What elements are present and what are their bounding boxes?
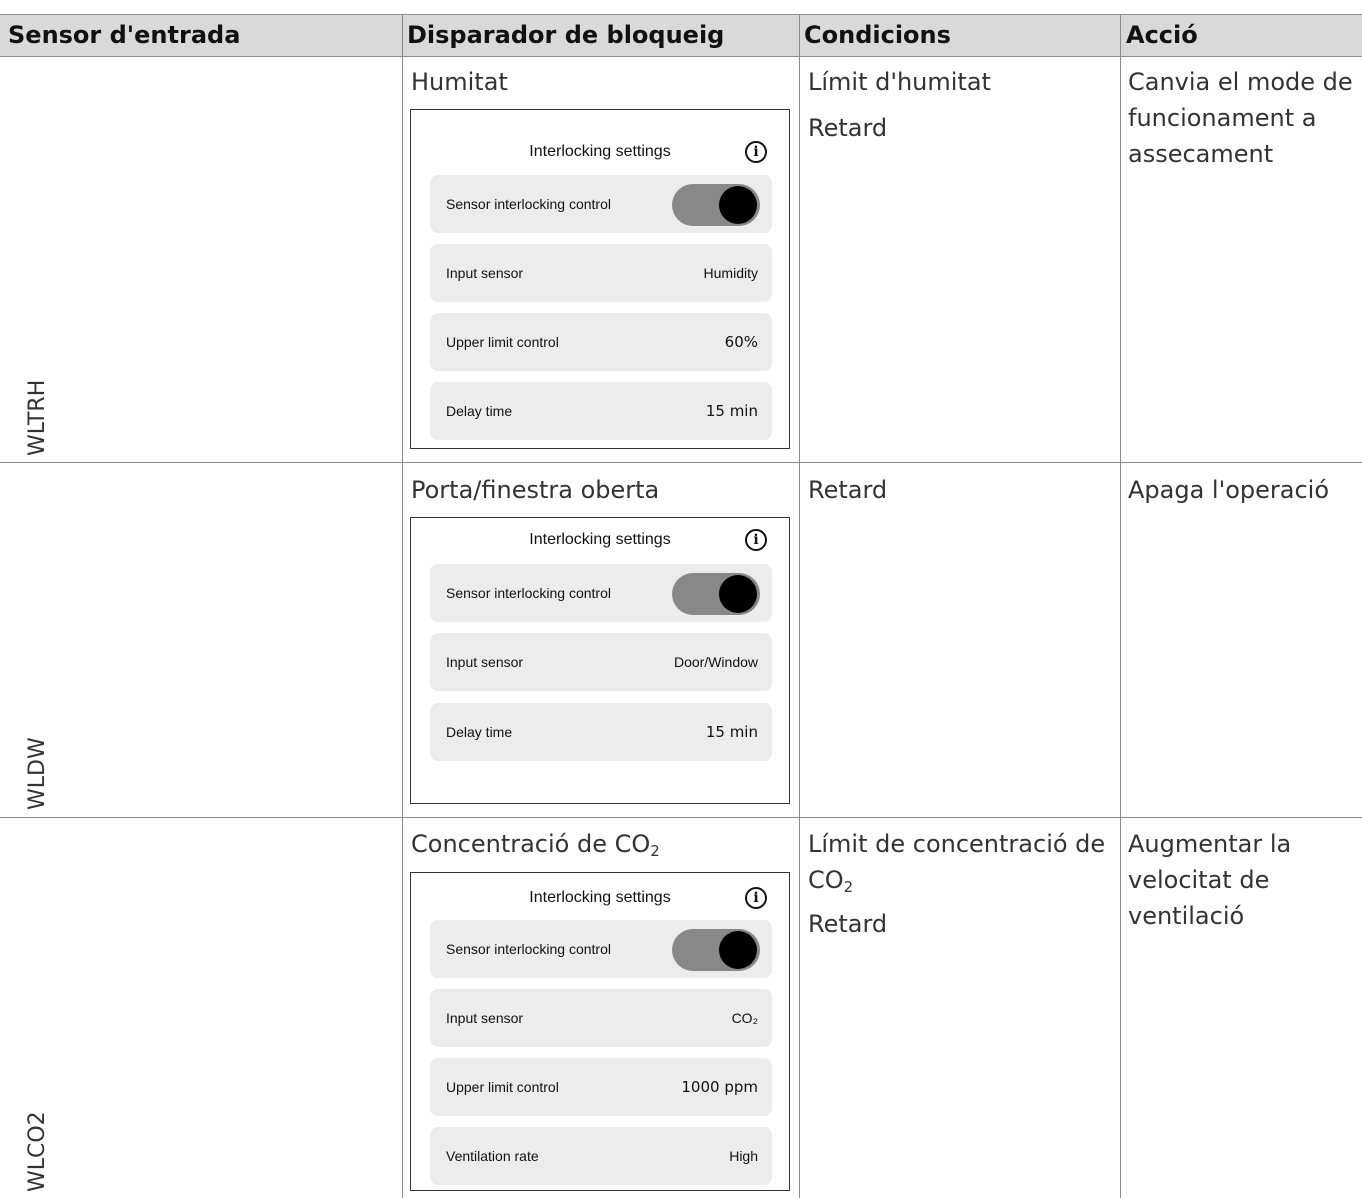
toggle-knob: [719, 575, 757, 613]
toggle-knob: [719, 186, 757, 224]
interlocking-toggle[interactable]: [672, 573, 760, 615]
table-row-border: [0, 462, 1362, 463]
trigger-label: Humitat: [411, 68, 508, 96]
setting-value: 15 min: [705, 723, 758, 741]
action-text: Apaga l'operació: [1128, 476, 1329, 504]
interlocking-settings-panel: Interlocking settings i Sensor interlock…: [410, 872, 790, 1191]
setting-value: Door/Window: [673, 654, 758, 670]
trigger-label: Porta/finestra oberta: [411, 476, 660, 504]
interlocking-toggle[interactable]: [672, 929, 760, 971]
interlocking-toggle[interactable]: [672, 184, 760, 226]
setting-label: Delay time: [446, 724, 513, 740]
setting-row[interactable]: Input sensor Humidity: [430, 244, 772, 302]
action-text: Augmentar la velocitat de ventilació: [1128, 830, 1292, 930]
panel-title: Interlocking settings: [529, 889, 671, 906]
info-icon[interactable]: i: [745, 141, 767, 163]
sensor-interlocking-control-row: Sensor interlocking control: [430, 175, 772, 233]
setting-label: Sensor interlocking control: [446, 941, 611, 957]
condition-item: Límit de concentració de CO2: [808, 830, 1106, 896]
setting-label: Upper limit control: [446, 1079, 559, 1095]
condition-item: Límit d'humitat: [808, 68, 991, 96]
panel-title: Interlocking settings: [529, 143, 671, 160]
sensor-interlocking-control-row: Sensor interlocking control: [430, 564, 772, 622]
setting-row[interactable]: Input sensor CO₂: [430, 989, 772, 1047]
setting-value: High: [729, 1148, 758, 1164]
setting-value: 1000 ppm: [681, 1078, 758, 1096]
table-column-border: [1120, 14, 1121, 1198]
table-column-border: [799, 14, 800, 1198]
setting-row[interactable]: Upper limit control 1000 ppm: [430, 1058, 772, 1116]
setting-value: 15 min: [705, 402, 758, 420]
interlocking-settings-panel: Interlocking settings i Sensor interlock…: [410, 109, 790, 449]
setting-label: Input sensor: [446, 654, 524, 670]
table-header-border: [0, 56, 1362, 57]
setting-row[interactable]: Delay time 15 min: [430, 382, 772, 440]
header-action: Acció: [1126, 21, 1198, 49]
setting-row[interactable]: Ventilation rate High: [430, 1127, 772, 1185]
header-input-sensor: Sensor d'entrada: [8, 21, 241, 49]
setting-value: 60%: [724, 333, 758, 351]
toggle-knob: [719, 931, 757, 969]
condition-item: Retard: [808, 114, 888, 142]
header-interlock-trigger: Disparador de bloqueig: [407, 21, 725, 49]
setting-label: Delay time: [446, 403, 513, 419]
table-row-border: [0, 817, 1362, 818]
table-top-border: [0, 14, 1362, 15]
interlocking-settings-panel: Interlocking settings i Sensor interlock…: [410, 517, 790, 804]
setting-label: Upper limit control: [446, 334, 559, 350]
setting-value: CO₂: [731, 1010, 758, 1026]
setting-label: Ventilation rate: [446, 1148, 539, 1164]
sensor-interlocking-control-row: Sensor interlocking control: [430, 920, 772, 978]
setting-label: Input sensor: [446, 265, 524, 281]
panel-title: Interlocking settings: [529, 531, 671, 548]
trigger-label: Concentració de CO2: [411, 830, 660, 860]
setting-row[interactable]: Input sensor Door/Window: [430, 633, 772, 691]
condition-item: Retard: [808, 476, 888, 504]
header-conditions: Condicions: [804, 21, 951, 49]
setting-label: Sensor interlocking control: [446, 585, 611, 601]
setting-value: Humidity: [703, 265, 758, 281]
setting-row[interactable]: Upper limit control 60%: [430, 313, 772, 371]
table-column-border: [402, 14, 403, 1198]
setting-label: Input sensor: [446, 1010, 524, 1026]
info-icon[interactable]: i: [745, 529, 767, 551]
condition-item: Retard: [808, 910, 888, 938]
info-icon[interactable]: i: [745, 887, 767, 909]
action-text: Canvia el mode de funcionament a assecam…: [1128, 68, 1353, 168]
setting-label: Sensor interlocking control: [446, 196, 611, 212]
setting-row[interactable]: Delay time 15 min: [430, 703, 772, 761]
